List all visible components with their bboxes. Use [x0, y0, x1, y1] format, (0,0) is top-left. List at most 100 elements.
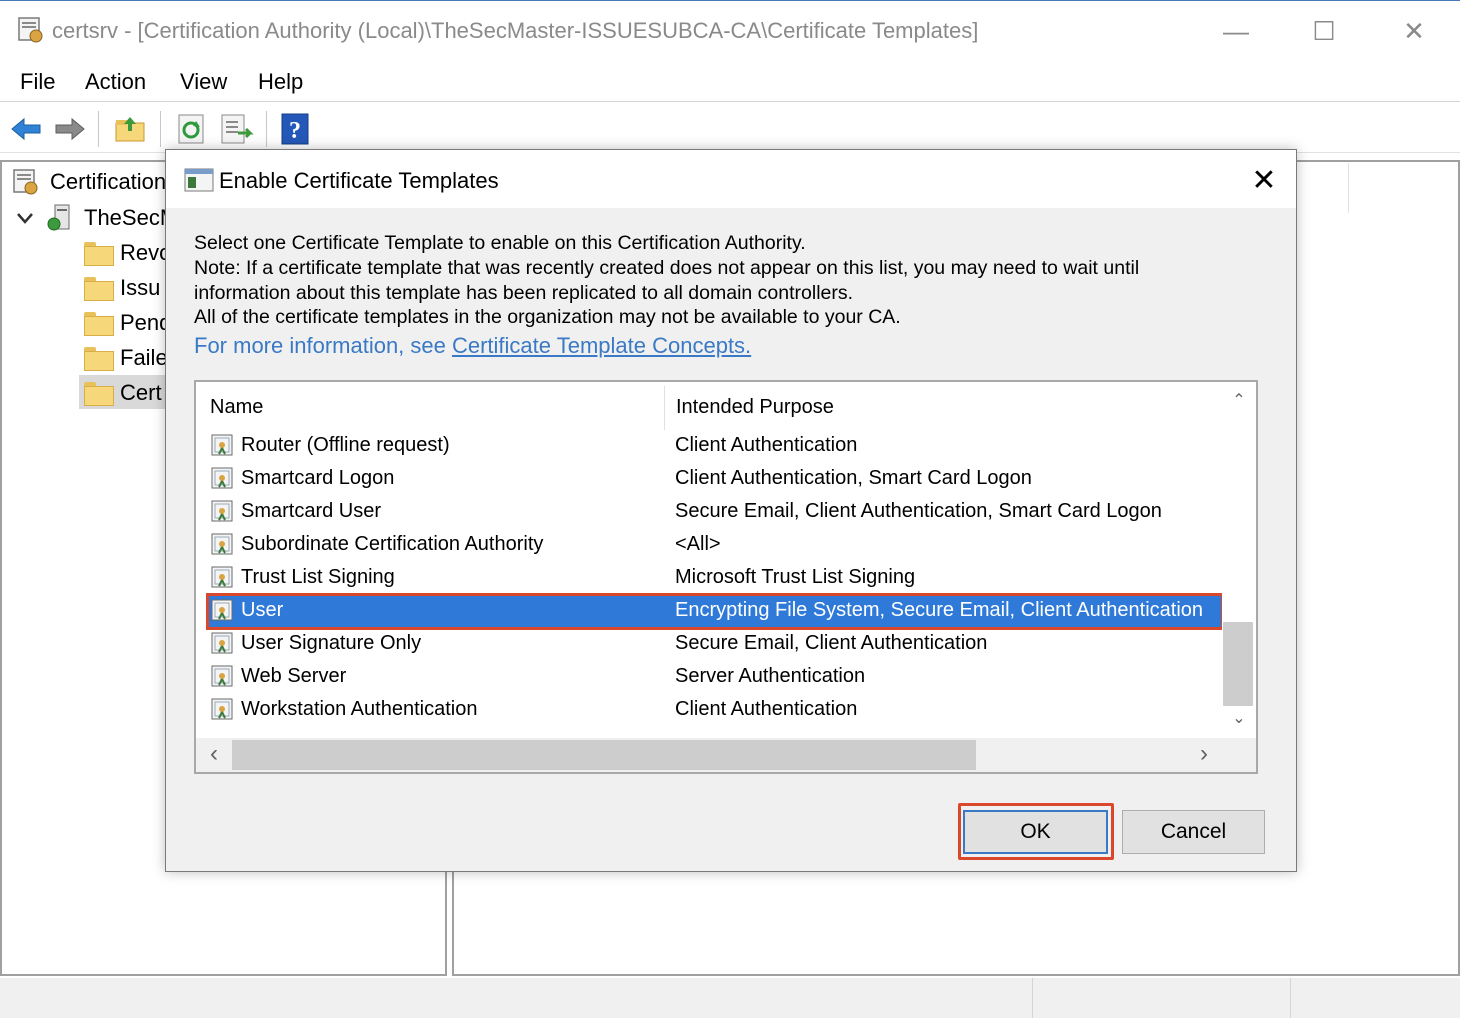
template-name: Subordinate Certification Authority: [241, 533, 544, 555]
folder-icon: [84, 277, 114, 301]
certificate-template-icon: [211, 434, 233, 456]
menu-bar: File Action View Help: [0, 62, 1460, 102]
template-name: User Signature Only: [241, 632, 422, 654]
table-row[interactable]: Smartcard Logon Client Authentication, S…: [208, 463, 1222, 496]
template-purpose: Client Authentication: [675, 434, 858, 456]
dialog-icon: [184, 168, 214, 192]
back-icon[interactable]: [8, 111, 44, 147]
more-info-prefix: For more information, see: [194, 333, 452, 358]
scroll-up-arrow-icon[interactable]: ⌃: [1229, 390, 1249, 410]
toolbar-separator: [160, 111, 161, 147]
certificate-template-icon: [211, 632, 233, 654]
table-row[interactable]: Workstation Authentication Client Authen…: [208, 694, 1222, 727]
certificate-template-icon: [211, 500, 233, 522]
template-name: Smartcard User: [241, 500, 382, 522]
tree-item-label: Revo: [120, 240, 172, 265]
maximize-button[interactable]: ☐: [1304, 11, 1344, 51]
vertical-scrollbar-thumb[interactable]: [1223, 622, 1253, 706]
toolbar-separator: [98, 111, 99, 147]
template-purpose: Microsoft Trust List Signing: [675, 566, 916, 588]
folder-icon: [84, 382, 114, 406]
template-purpose: Encrypting File System, Secure Email, Cl…: [675, 599, 1204, 621]
certificate-template-icon: [211, 665, 233, 687]
toolbar-separator: [266, 111, 267, 147]
chevron-down-icon[interactable]: [14, 207, 36, 229]
template-purpose: Client Authentication, Smart Card Logon: [675, 467, 1032, 489]
close-window-button[interactable]: ✕: [1394, 11, 1434, 51]
description-line: information about this template has been…: [194, 282, 854, 304]
table-row[interactable]: Router (Offline request) Client Authenti…: [208, 430, 1222, 463]
template-name: Workstation Authentication: [241, 698, 478, 720]
ok-button[interactable]: OK: [963, 810, 1108, 854]
template-purpose: <All>: [675, 533, 721, 555]
tree-item-revoked[interactable]: Revo: [84, 237, 171, 269]
menu-help[interactable]: Help: [258, 69, 303, 95]
template-name: Trust List Signing: [241, 566, 395, 588]
up-folder-icon[interactable]: [112, 111, 148, 147]
certsrv-app-icon: [18, 17, 43, 43]
horizontal-scrollbar-thumb[interactable]: [232, 740, 976, 770]
tree-item-ca[interactable]: TheSecM: [14, 202, 178, 234]
table-row[interactable]: Web Server Server Authentication: [208, 661, 1222, 694]
scroll-down-arrow-icon[interactable]: ⌄: [1229, 708, 1249, 728]
ca-server-icon: [47, 204, 70, 231]
table-row[interactable]: Smartcard User Secure Email, Client Auth…: [208, 496, 1222, 529]
dialog-title: Enable Certificate Templates: [219, 168, 499, 193]
table-row-selected[interactable]: User Encrypting File System, Secure Emai…: [206, 593, 1224, 630]
tree-item-label: Cert: [120, 380, 162, 405]
status-divider: [1032, 978, 1033, 1018]
column-header-divider[interactable]: [664, 386, 665, 430]
template-purpose: Secure Email, Client Authentication, Sma…: [675, 500, 1162, 522]
window-title: certsrv - [Certification Authority (Loca…: [52, 18, 979, 43]
tree-item-certification-authority[interactable]: Certification: [10, 166, 166, 198]
status-divider: [1290, 978, 1291, 1018]
template-purpose: Secure Email, Client Authentication: [675, 632, 988, 654]
folder-icon: [84, 347, 114, 371]
menu-action[interactable]: Action: [85, 69, 146, 95]
tree-item-issued[interactable]: Issu: [84, 272, 160, 304]
template-purpose: Server Authentication: [675, 665, 866, 687]
tree-item-pending[interactable]: Pend: [84, 307, 171, 339]
folder-icon: [84, 242, 114, 266]
svg-text:?: ?: [289, 118, 301, 144]
description-line: Note: If a certificate template that was…: [194, 257, 1140, 279]
dialog-close-button[interactable]: ✕: [1244, 162, 1284, 198]
template-name: Web Server: [241, 665, 347, 687]
scroll-left-arrow-icon[interactable]: ‹: [204, 740, 224, 767]
tree-item-label: Faile: [120, 345, 168, 370]
forward-icon[interactable]: [52, 111, 88, 147]
menu-file[interactable]: File: [20, 69, 55, 95]
tree-item-certificate-templates[interactable]: Cert: [84, 377, 162, 409]
refresh-icon[interactable]: [174, 111, 210, 147]
template-name: Smartcard Logon: [241, 467, 395, 489]
more-info-text: For more information, see Certificate Te…: [194, 333, 751, 359]
help-icon[interactable]: ?: [278, 111, 314, 147]
column-header-intended-purpose[interactable]: Intended Purpose: [676, 396, 834, 419]
template-name: User: [241, 599, 284, 621]
column-header-name[interactable]: Name: [210, 396, 263, 419]
certificate-template-icon: [211, 698, 233, 720]
status-bar: [0, 978, 1460, 1018]
dialog-titlebar: Enable Certificate Templates ✕: [166, 150, 1296, 208]
tree-item-label: Pend: [120, 310, 172, 335]
certificate-template-concepts-link[interactable]: Certificate Template Concepts.: [452, 333, 751, 358]
menu-view[interactable]: View: [180, 69, 227, 95]
scroll-right-arrow-icon[interactable]: ›: [1194, 740, 1214, 767]
export-list-icon[interactable]: [218, 111, 254, 147]
tree-item-failed[interactable]: Faile: [84, 342, 168, 374]
window-titlebar: certsrv - [Certification Authority (Loca…: [0, 0, 1460, 60]
description-line: Select one Certificate Template to enabl…: [194, 232, 806, 254]
description-line: All of the certificate templates in the …: [194, 306, 901, 328]
certificate-template-icon: [211, 533, 233, 555]
table-row[interactable]: User Signature Only Secure Email, Client…: [208, 628, 1222, 661]
enable-certificate-templates-dialog: Enable Certificate Templates ✕ Select on…: [165, 149, 1297, 872]
certificate-template-icon: [211, 566, 233, 588]
minimize-button[interactable]: —: [1216, 11, 1256, 51]
table-row[interactable]: Trust List Signing Microsoft Trust List …: [208, 562, 1222, 595]
column-divider: [1348, 163, 1349, 213]
certificate-template-icon: [211, 599, 233, 621]
certificate-templates-list[interactable]: Name Intended Purpose Router (Offline re…: [194, 380, 1258, 774]
toolbar: ?: [0, 103, 1460, 153]
cancel-button[interactable]: Cancel: [1122, 810, 1265, 854]
table-row[interactable]: Subordinate Certification Authority <All…: [208, 529, 1222, 562]
